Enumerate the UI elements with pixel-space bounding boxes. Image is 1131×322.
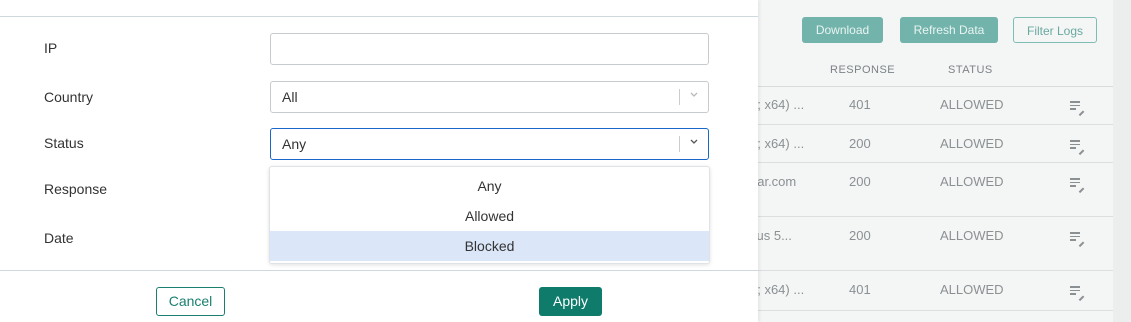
status-cell: ALLOWED bbox=[940, 136, 1004, 151]
select-divider bbox=[679, 89, 680, 105]
scrollbar[interactable] bbox=[1113, 0, 1131, 322]
user-agent-cell: 4; x64) ... bbox=[750, 282, 805, 297]
filter-panel: IP Country All Status Any Response Date … bbox=[0, 0, 758, 322]
status-option-allowed[interactable]: Allowed bbox=[270, 201, 709, 231]
table-row: 4; x64) ... 401 ALLOWED bbox=[750, 87, 1113, 125]
table-row: ear.com 200 ALLOWED bbox=[750, 163, 1113, 217]
user-agent-cell: 4; x64) ... bbox=[750, 136, 805, 151]
response-cell: 401 bbox=[849, 282, 871, 297]
cancel-button[interactable]: Cancel bbox=[156, 287, 225, 316]
response-cell: 200 bbox=[849, 136, 871, 151]
status-option-any[interactable]: Any bbox=[270, 171, 709, 201]
table-row: 4; x64) ... 200 ALLOWED bbox=[750, 125, 1113, 163]
status-cell: ALLOWED bbox=[940, 97, 1004, 112]
edit-icon[interactable] bbox=[1070, 101, 1084, 116]
table-row: xus 5... 200 ALLOWED bbox=[750, 217, 1113, 271]
panel-header-divider bbox=[0, 16, 758, 17]
response-label: Response bbox=[44, 181, 108, 197]
chevron-down-icon[interactable] bbox=[690, 92, 698, 100]
filter-logs-button[interactable]: Filter Logs bbox=[1013, 17, 1097, 43]
country-select-value: All bbox=[282, 89, 298, 105]
status-option-blocked[interactable]: Blocked bbox=[270, 231, 709, 261]
response-cell: 200 bbox=[849, 228, 871, 243]
edit-icon[interactable] bbox=[1070, 140, 1084, 155]
response-cell: 401 bbox=[849, 97, 871, 112]
select-divider bbox=[679, 136, 680, 152]
edit-icon[interactable] bbox=[1070, 286, 1084, 301]
edit-icon[interactable] bbox=[1070, 232, 1084, 247]
status-select[interactable]: Any bbox=[270, 128, 709, 160]
status-dropdown-menu: Any Allowed Blocked bbox=[269, 166, 710, 264]
chevron-down-icon[interactable] bbox=[690, 139, 698, 147]
status-select-value: Any bbox=[282, 136, 307, 152]
country-select[interactable]: All bbox=[270, 81, 709, 113]
date-label: Date bbox=[44, 230, 74, 246]
edit-icon[interactable] bbox=[1070, 178, 1084, 193]
table-row: 4; x64) ... 401 ALLOWED bbox=[750, 271, 1113, 311]
status-cell: ALLOWED bbox=[940, 174, 1004, 189]
response-cell: 200 bbox=[849, 174, 871, 189]
apply-button[interactable]: Apply bbox=[539, 287, 602, 316]
column-header-response[interactable]: RESPONSE bbox=[830, 64, 895, 76]
ip-input[interactable] bbox=[270, 33, 709, 65]
download-button[interactable]: Download bbox=[802, 17, 883, 43]
status-label: Status bbox=[44, 135, 84, 151]
country-label: Country bbox=[44, 89, 94, 105]
ip-label: IP bbox=[44, 40, 58, 56]
column-header-status[interactable]: STATUS bbox=[948, 64, 993, 76]
status-cell: ALLOWED bbox=[940, 282, 1004, 297]
status-cell: ALLOWED bbox=[940, 228, 1004, 243]
refresh-data-button[interactable]: Refresh Data bbox=[900, 17, 998, 43]
panel-footer-divider bbox=[0, 270, 758, 271]
user-agent-cell: 4; x64) ... bbox=[750, 97, 805, 112]
